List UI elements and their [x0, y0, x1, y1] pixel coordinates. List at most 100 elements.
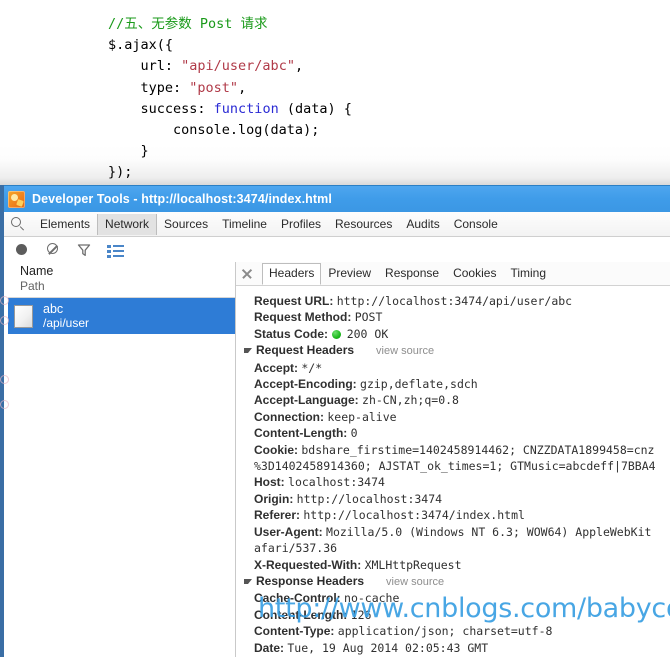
tab-timeline[interactable]: Timeline	[215, 214, 274, 235]
details-tabbar: Headers Preview Response Cookies Timing	[236, 262, 670, 286]
header-line-user-agent-continued: afari/537.36	[254, 541, 338, 556]
header-value: zh-CN,zh;q=0.8	[362, 393, 459, 408]
code-token-plain: console.log(data);	[108, 122, 320, 139]
header-key: Content-Length:	[254, 426, 348, 441]
code-token-plain: type:	[108, 79, 190, 96]
header-value: POST	[354, 310, 383, 325]
header-key: Origin:	[254, 491, 294, 506]
header-line-accept: Accept: */*	[244, 360, 670, 376]
header-line-x-requested-with: X-Requested-With: XMLHttpRequest	[244, 557, 670, 573]
header-line-content-type: Content-Type: application/json; charset=…	[244, 623, 670, 639]
code-token-plain: success:	[108, 100, 214, 117]
code-token-kw: function	[213, 100, 279, 117]
request-details-pane: Headers Preview Response Cookies Timing …	[236, 262, 670, 657]
tab-preview[interactable]: Preview	[321, 263, 378, 284]
request-item-path: /api/user	[43, 316, 90, 330]
record-icon[interactable]	[14, 242, 30, 258]
code-line: url: "api/user/abc",	[108, 56, 352, 77]
code-token-plain: });	[108, 164, 133, 181]
header-value: bdshare_firstime=1402458914462; CNZZDATA…	[301, 442, 655, 457]
tab-sources[interactable]: Sources	[157, 214, 215, 235]
header-key: X-Requested-With:	[254, 557, 362, 572]
disclosure-triangle-icon[interactable]	[244, 348, 252, 354]
header-line-user-agent: User-Agent: Mozilla/5.0 (Windows NT 6.3;…	[244, 524, 670, 540]
header-line-request-url: Request URL: http://localhost:3474/api/u…	[244, 293, 670, 309]
header-value: gzip,deflate,sdch	[360, 377, 478, 392]
devtools-app-icon	[8, 190, 25, 208]
requests-pane: Name Path abc /api/user	[8, 262, 236, 657]
code-line: //五、无参数 Post 请求	[108, 14, 352, 35]
header-line-request-method: Request Method: POST	[244, 309, 670, 325]
edge-artifact	[0, 375, 9, 384]
large-rows-icon[interactable]	[107, 242, 125, 258]
tab-audits[interactable]: Audits	[399, 214, 446, 235]
header-line-host: Host: localhost:3474	[244, 474, 670, 490]
tab-console[interactable]: Console	[447, 214, 505, 235]
close-icon[interactable]	[240, 267, 254, 281]
section-title: Request Headers	[256, 343, 355, 358]
header-value: */*	[301, 360, 323, 375]
header-line-origin: Origin: http://localhost:3474	[244, 491, 670, 507]
code-token-str: "post"	[189, 79, 239, 96]
header-key: Cache-Control:	[254, 591, 341, 606]
section-response-headers[interactable]: Response Headers view source	[244, 573, 670, 590]
header-value: http://localhost:3474/index.html	[303, 508, 525, 523]
tab-resources[interactable]: Resources	[328, 214, 399, 235]
code-line: type: "post",	[108, 78, 352, 99]
header-line-status-code: Status Code: 200 OK	[244, 326, 670, 342]
tab-elements[interactable]: Elements	[33, 214, 97, 235]
view-source-link[interactable]: view source	[386, 574, 444, 590]
tab-profiles[interactable]: Profiles	[274, 214, 328, 235]
request-item-name: abc	[43, 302, 64, 316]
edge-artifact	[0, 400, 9, 409]
header-key: Connection:	[254, 409, 324, 424]
edge-artifact	[0, 296, 9, 305]
header-value: 0	[350, 426, 358, 441]
header-line-cookie-continued: %3D1402458914360; AJSTAT_ok_times=1; GTM…	[254, 459, 656, 474]
column-header-path[interactable]: Path	[20, 279, 235, 294]
code-line: });	[108, 162, 352, 183]
code-line: $.ajax({	[108, 35, 352, 56]
tab-network[interactable]: Network	[97, 213, 158, 235]
header-value: keep-alive	[327, 409, 397, 424]
tab-response[interactable]: Response	[378, 263, 446, 284]
network-split-view: Name Path abc /api/user Headers Preview …	[8, 262, 670, 657]
header-key: Request URL:	[254, 294, 334, 308]
section-request-headers[interactable]: Request Headers view source	[244, 342, 670, 359]
tab-cookies[interactable]: Cookies	[446, 263, 503, 284]
document-icon	[14, 304, 33, 328]
header-value: no-cache	[344, 591, 400, 606]
header-value: 126	[350, 607, 372, 622]
header-key: Request Method:	[254, 310, 352, 325]
network-toolbar	[4, 237, 670, 262]
header-key: Host:	[254, 475, 285, 490]
header-line-content-length: Content-Length: 0	[244, 425, 670, 441]
header-value: localhost:3474	[288, 475, 385, 490]
code-token-plain: ,	[238, 79, 247, 96]
header-key: Referer:	[254, 508, 301, 523]
disclosure-triangle-icon[interactable]	[244, 578, 252, 584]
code-snippet-area: //五、无参数 Post 请求 $.ajax({ url: "api/user/a…	[0, 0, 670, 185]
header-key: Content-Type:	[254, 624, 335, 639]
search-icon[interactable]	[10, 216, 26, 232]
header-line-connection: Connection: keep-alive	[244, 409, 670, 425]
header-line-accept-encoding: Accept-Encoding: gzip,deflate,sdch	[244, 376, 670, 392]
devtools-panel-tabbar: Elements Network Sources Timeline Profil…	[4, 212, 670, 237]
tab-timing[interactable]: Timing	[503, 263, 553, 284]
requests-list-header: Name Path	[8, 262, 235, 298]
column-header-name[interactable]: Name	[20, 264, 235, 279]
request-list-item[interactable]: abc /api/user	[8, 298, 235, 334]
code-token-plain: url:	[108, 58, 182, 75]
code-token-plain: }	[108, 143, 149, 160]
header-line-cookie: Cookie: bdshare_firstime=1402458914462; …	[244, 442, 670, 458]
view-source-link[interactable]: view source	[376, 343, 434, 359]
filter-icon[interactable]	[76, 242, 92, 258]
window-title: Developer Tools - http://localhost:3474/…	[32, 192, 332, 206]
tab-headers[interactable]: Headers	[262, 262, 322, 285]
header-line-accept-language: Accept-Language: zh-CN,zh;q=0.8	[244, 392, 670, 408]
header-key: Date:	[254, 640, 285, 655]
request-item-texts: abc /api/user	[43, 302, 89, 330]
clear-icon[interactable]	[45, 242, 61, 258]
code-token-plain: ,	[294, 58, 304, 75]
code-token-plain: $.ajax({	[108, 37, 174, 54]
